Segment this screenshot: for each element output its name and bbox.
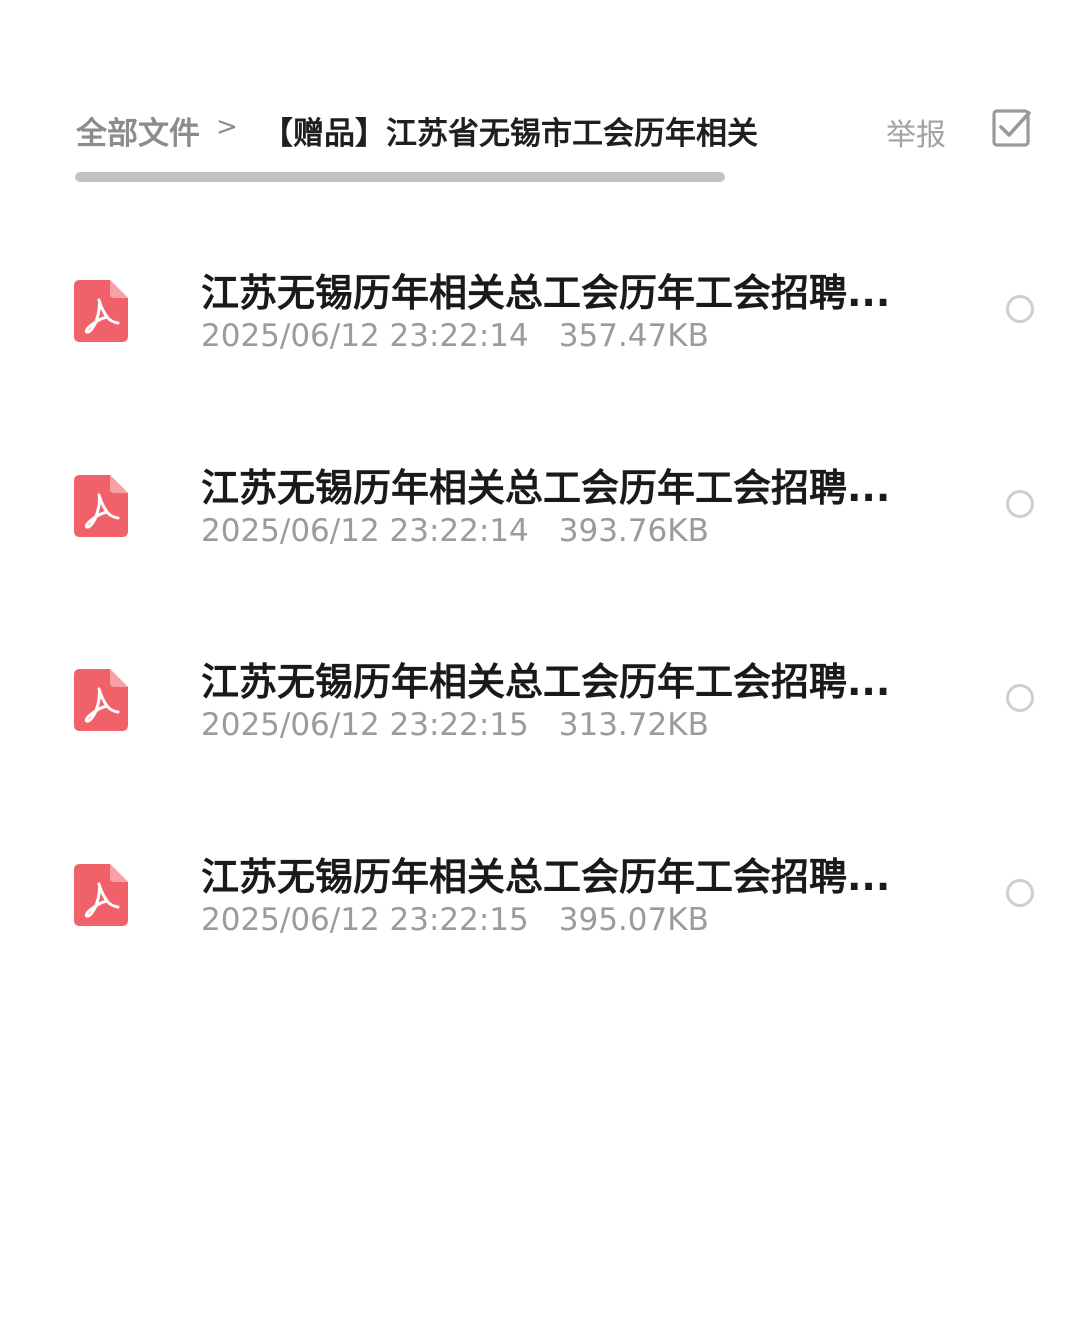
file-name: 江苏无锡历年相关总工会历年工会招聘... [201,271,891,315]
file-row[interactable]: 江苏无锡历年相关总工会历年工会招聘... 2025/06/12 23:22:15… [0,627,1080,822]
file-meta: 2025/06/12 23:22:14 393.76KB [201,513,709,549]
pdf-icon [74,863,128,926]
file-date: 2025/06/12 23:22:15 [201,901,529,938]
file-list: 江苏无锡历年相关总工会历年工会招聘... 2025/06/12 23:22:14… [0,238,1080,1016]
file-date: 2025/06/12 23:22:14 [201,512,529,549]
file-meta: 2025/06/12 23:22:15 395.07KB [201,902,709,938]
file-size: 393.76KB [558,512,709,549]
pdf-icon [74,669,128,731]
select-radio[interactable] [1006,878,1034,907]
file-size: 395.07KB [558,901,709,938]
file-size: 357.47KB [558,318,709,354]
select-radio[interactable] [1006,489,1034,518]
breadcrumb-current-folder[interactable]: 【赠品】江苏省无锡市工会历年相关 [262,108,778,153]
pdf-icon [74,280,128,342]
file-browser-page: 全部文件 > 【赠品】江苏省无锡市工会历年相关 举报 江苏无锡历年相关总工会历年… [0,0,1080,1337]
file-date: 2025/06/12 23:22:14 [201,318,529,354]
file-row[interactable]: 江苏无锡历年相关总工会历年工会招聘... 2025/06/12 23:22:14… [0,238,1080,433]
select-radio[interactable] [1006,684,1034,712]
file-size: 313.72KB [558,707,709,743]
pdf-icon [74,474,128,537]
report-button[interactable]: 举报 [886,110,946,154]
file-name: 江苏无锡历年相关总工会历年工会招聘... [201,854,891,899]
breadcrumb: 全部文件 > 【赠品】江苏省无锡市工会历年相关 举报 [76,104,1066,154]
file-row[interactable]: 江苏无锡历年相关总工会历年工会招聘... 2025/06/12 23:22:15… [0,822,1080,1017]
file-meta: 2025/06/12 23:22:15 313.72KB [201,707,709,743]
breadcrumb-separator: > [216,112,238,142]
file-row[interactable]: 江苏无锡历年相关总工会历年工会招聘... 2025/06/12 23:22:14… [0,433,1080,628]
file-meta: 2025/06/12 23:22:14 357.47KB [201,318,709,354]
select-radio[interactable] [1006,295,1034,323]
file-name: 江苏无锡历年相关总工会历年工会招聘... [201,660,891,704]
file-name: 江苏无锡历年相关总工会历年工会招聘... [201,465,891,510]
horizontal-scrollbar[interactable] [75,172,725,182]
checkbox-icon[interactable] [992,108,1032,148]
breadcrumb-root-link[interactable]: 全部文件 [76,108,200,153]
file-date: 2025/06/12 23:22:15 [201,707,529,743]
